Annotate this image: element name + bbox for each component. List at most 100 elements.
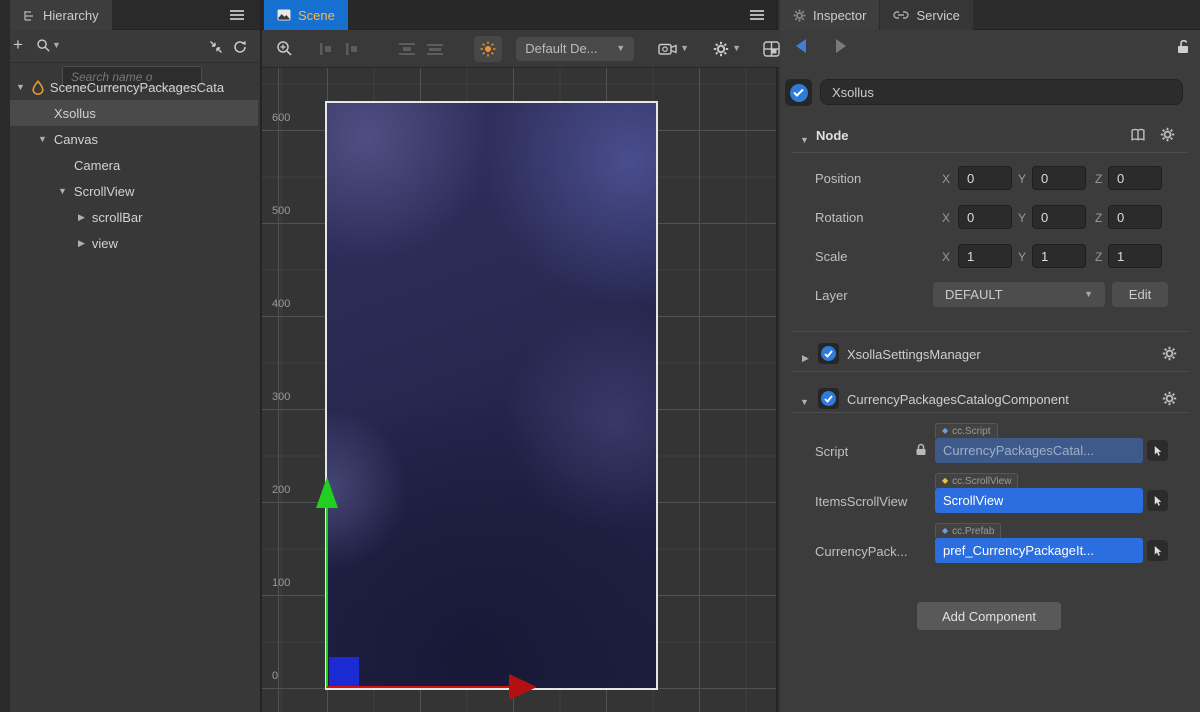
chevron-down-icon: ▼ <box>1084 290 1093 299</box>
scale-y-input[interactable] <box>1032 244 1086 268</box>
scrollview-reference-field[interactable]: ScrollView <box>935 488 1143 513</box>
chevron-right-icon[interactable]: ▶ <box>78 213 85 222</box>
reference-picker-button[interactable] <box>1147 540 1168 561</box>
distribute-vertical-icon[interactable] <box>398 36 416 62</box>
origin-node-rect[interactable] <box>329 657 359 688</box>
tree-item-label: scrollBar <box>92 210 143 225</box>
prefab-reference-value: pref_CurrencyPackageIt... <box>943 543 1094 558</box>
tab-service[interactable]: Service <box>880 0 972 30</box>
scene-menu-icon[interactable] <box>750 10 764 20</box>
component-chevron-icon[interactable]: ▶ <box>802 348 809 366</box>
tree-item-canvas[interactable]: ▼ Canvas <box>0 126 260 152</box>
chevron-right-icon[interactable]: ▶ <box>78 239 85 248</box>
position-y-input[interactable] <box>1032 166 1086 190</box>
y-axis-label: Y <box>1018 250 1026 264</box>
search-filter-icon[interactable]: ▼ <box>36 38 61 53</box>
node-active-checkbox[interactable] <box>785 79 812 106</box>
chevron-down-icon[interactable]: ▼ <box>16 83 25 92</box>
light-gizmo-button[interactable] <box>474 36 502 62</box>
add-component-button[interactable]: Add Component <box>917 602 1061 630</box>
node-name-input[interactable] <box>820 79 1183 105</box>
layout-grid-icon[interactable] <box>763 36 780 62</box>
component-enabled-checkbox[interactable] <box>818 388 839 409</box>
link-icon <box>893 10 909 20</box>
history-forward-icon[interactable] <box>836 39 846 53</box>
distribute-horizontal-icon[interactable] <box>426 36 444 62</box>
tab-inspector[interactable]: Inspector <box>780 0 879 30</box>
tree-item-label: view <box>92 236 118 251</box>
y-axis-line <box>326 508 328 688</box>
align-left-icon[interactable] <box>319 36 335 62</box>
scene-viewport[interactable]: 600 500 400 300 200 100 0 <box>262 68 776 712</box>
x-axis-arrow-icon[interactable] <box>509 674 537 700</box>
divider <box>792 412 1188 413</box>
docs-icon[interactable] <box>1130 128 1146 142</box>
history-back-icon[interactable] <box>796 39 806 53</box>
rotation-y-input[interactable] <box>1032 205 1086 229</box>
tree-item-label: Xsollus <box>54 106 96 121</box>
layer-edit-button[interactable]: Edit <box>1112 282 1168 307</box>
scene-icon <box>277 9 291 21</box>
chevron-down-icon[interactable]: ▼ <box>38 135 47 144</box>
type-badge: ◆ cc.ScrollView <box>935 473 1018 488</box>
position-x-input[interactable] <box>958 166 1012 190</box>
tree-item-camera[interactable]: Camera <box>0 152 260 178</box>
ruler-label: 400 <box>272 298 306 310</box>
scene-panel: Scene Default De... <box>260 0 778 712</box>
cursor-icon <box>1152 445 1163 457</box>
position-z-input[interactable] <box>1108 166 1162 190</box>
tree-item-scrollbar[interactable]: ▶ scrollBar <box>0 204 260 230</box>
device-preset-dropdown[interactable]: Default De... ▼ <box>516 37 634 61</box>
hierarchy-menu-icon[interactable] <box>230 10 244 20</box>
component-chevron-icon[interactable]: ▼ <box>800 392 809 410</box>
currencypack-label: CurrencyPack... <box>815 544 927 559</box>
scale-z-input[interactable] <box>1108 244 1162 268</box>
y-axis-label: Y <box>1018 211 1026 225</box>
chevron-down-icon: ▼ <box>616 44 625 53</box>
gear-icon[interactable] <box>1162 391 1177 406</box>
node-section-chevron-icon[interactable]: ▼ <box>800 130 809 148</box>
reference-picker-button[interactable] <box>1147 440 1168 461</box>
add-component-label: Add Component <box>942 609 1036 624</box>
design-canvas[interactable] <box>325 101 658 690</box>
inspector-tabbar: Inspector Service <box>780 0 1200 30</box>
tree-item-label: Canvas <box>54 132 98 147</box>
unlock-icon[interactable] <box>1176 39 1190 54</box>
chevron-down-icon: ▼ <box>732 44 741 53</box>
component-enabled-checkbox[interactable] <box>818 343 839 364</box>
tree-item-scene-root[interactable]: ▼ SceneCurrencyPackagesCata <box>0 74 260 100</box>
divider <box>792 331 1188 332</box>
rotation-x-input[interactable] <box>958 205 1012 229</box>
scene-settings-dropdown[interactable]: ▼ <box>713 36 741 62</box>
collapse-all-icon[interactable] <box>209 40 223 59</box>
gear-icon[interactable] <box>1162 346 1177 361</box>
tab-scene[interactable]: Scene <box>264 0 348 30</box>
zoom-icon[interactable] <box>276 36 293 62</box>
z-axis-label: Z <box>1095 250 1102 264</box>
inspector-panel: Inspector Service ▼ Node Position <box>780 0 1200 712</box>
hierarchy-tabbar: Hierarchy <box>0 0 260 30</box>
chevron-down-icon: ▼ <box>680 44 689 53</box>
z-axis-label: Z <box>1095 172 1102 186</box>
align-center-icon[interactable] <box>344 36 360 62</box>
scale-x-input[interactable] <box>958 244 1012 268</box>
script-reference-field[interactable]: CurrencyPackagesCatal... <box>935 438 1143 463</box>
hierarchy-icon <box>23 9 36 22</box>
divider <box>792 152 1188 153</box>
add-node-icon[interactable]: + <box>13 35 23 55</box>
gear-icon[interactable] <box>1160 127 1175 142</box>
y-axis-arrow-icon[interactable] <box>316 477 338 508</box>
tree-item-xsollus[interactable]: Xsollus <box>10 100 258 126</box>
camera-view-dropdown[interactable]: ▼ <box>658 36 689 62</box>
reference-picker-button[interactable] <box>1147 490 1168 511</box>
chevron-down-icon[interactable]: ▼ <box>58 187 67 196</box>
ruler-label: 200 <box>272 484 306 496</box>
tree-item-view[interactable]: ▶ view <box>0 230 260 256</box>
prefab-reference-field[interactable]: pref_CurrencyPackageIt... <box>935 538 1143 563</box>
rotation-z-input[interactable] <box>1108 205 1162 229</box>
ruler-label: 100 <box>272 577 306 589</box>
refresh-icon[interactable] <box>233 40 247 59</box>
tab-hierarchy[interactable]: Hierarchy <box>10 0 112 30</box>
tree-item-scrollview[interactable]: ▼ ScrollView <box>0 178 260 204</box>
layer-dropdown[interactable]: DEFAULT ▼ <box>933 282 1105 307</box>
